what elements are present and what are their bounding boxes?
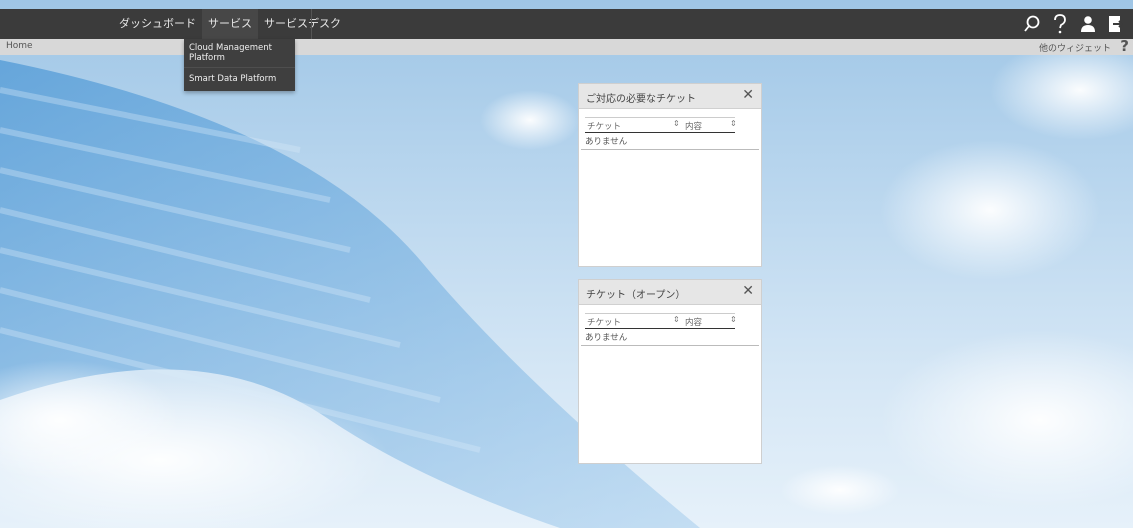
widget-header: ご対応の必要なチケット ✕ (579, 84, 761, 109)
table-header: チケット ⇕ 内容 ⇕ (585, 313, 737, 329)
table-header: チケット ⇕ 内容 ⇕ (585, 117, 737, 133)
sort-icon[interactable]: ⇕ (730, 119, 737, 128)
empty-message: ありません (585, 137, 628, 147)
nav-divider (311, 9, 312, 39)
close-icon[interactable]: ✕ (742, 87, 754, 103)
widget-title: チケット（オープン） (586, 290, 686, 301)
divider (581, 345, 759, 346)
services-dropdown: Cloud Management Platform Smart Data Pla… (184, 39, 295, 91)
ticket-table: チケット ⇕ 内容 ⇕ ありません (579, 117, 761, 150)
background-image (0, 40, 1133, 528)
nav-dashboard[interactable]: ダッシュボード (113, 9, 202, 39)
close-icon[interactable]: ✕ (742, 283, 754, 299)
breadcrumb-home[interactable]: Home (6, 41, 33, 51)
ticket-table: チケット ⇕ 内容 ⇕ ありません (579, 313, 761, 346)
search-icon[interactable] (1021, 13, 1043, 35)
widget-title: ご対応の必要なチケット (586, 94, 696, 105)
sort-icon[interactable]: ⇕ (673, 315, 680, 324)
sort-icon[interactable]: ⇕ (730, 315, 737, 324)
breadcrumb-bar: Home 他のウィジェット ? (0, 37, 1133, 55)
widget-header: チケット（オープン） ✕ (579, 280, 761, 305)
empty-message: ありません (585, 333, 628, 343)
column-header-content[interactable]: 内容 (685, 316, 702, 328)
nav-service-desk[interactable]: サービスデスク (258, 9, 347, 39)
nav-services[interactable]: サービス (202, 9, 258, 39)
help-icon[interactable] (1049, 13, 1071, 35)
toolbar-icons (1021, 9, 1127, 39)
menu-item-cloud-management-platform[interactable]: Cloud Management Platform (184, 39, 295, 67)
other-widgets-link[interactable]: 他のウィジェット (1039, 41, 1111, 54)
user-icon[interactable] (1077, 13, 1099, 35)
divider (581, 149, 759, 150)
column-header-ticket[interactable]: チケット (587, 120, 621, 132)
top-navigation-bar: ダッシュボード サービス サービスデスク (0, 9, 1133, 39)
sort-icon[interactable]: ⇕ (673, 119, 680, 128)
help-question-icon[interactable]: ? (1120, 37, 1129, 55)
logout-icon[interactable] (1105, 13, 1127, 35)
column-header-ticket[interactable]: チケット (587, 316, 621, 328)
menu-item-smart-data-platform[interactable]: Smart Data Platform (184, 67, 295, 91)
widget-tickets-open: チケット（オープン） ✕ チケット ⇕ 内容 ⇕ ありません (578, 279, 762, 464)
column-header-content[interactable]: 内容 (685, 120, 702, 132)
widget-tickets-action-required: ご対応の必要なチケット ✕ チケット ⇕ 内容 ⇕ ありません (578, 83, 762, 267)
